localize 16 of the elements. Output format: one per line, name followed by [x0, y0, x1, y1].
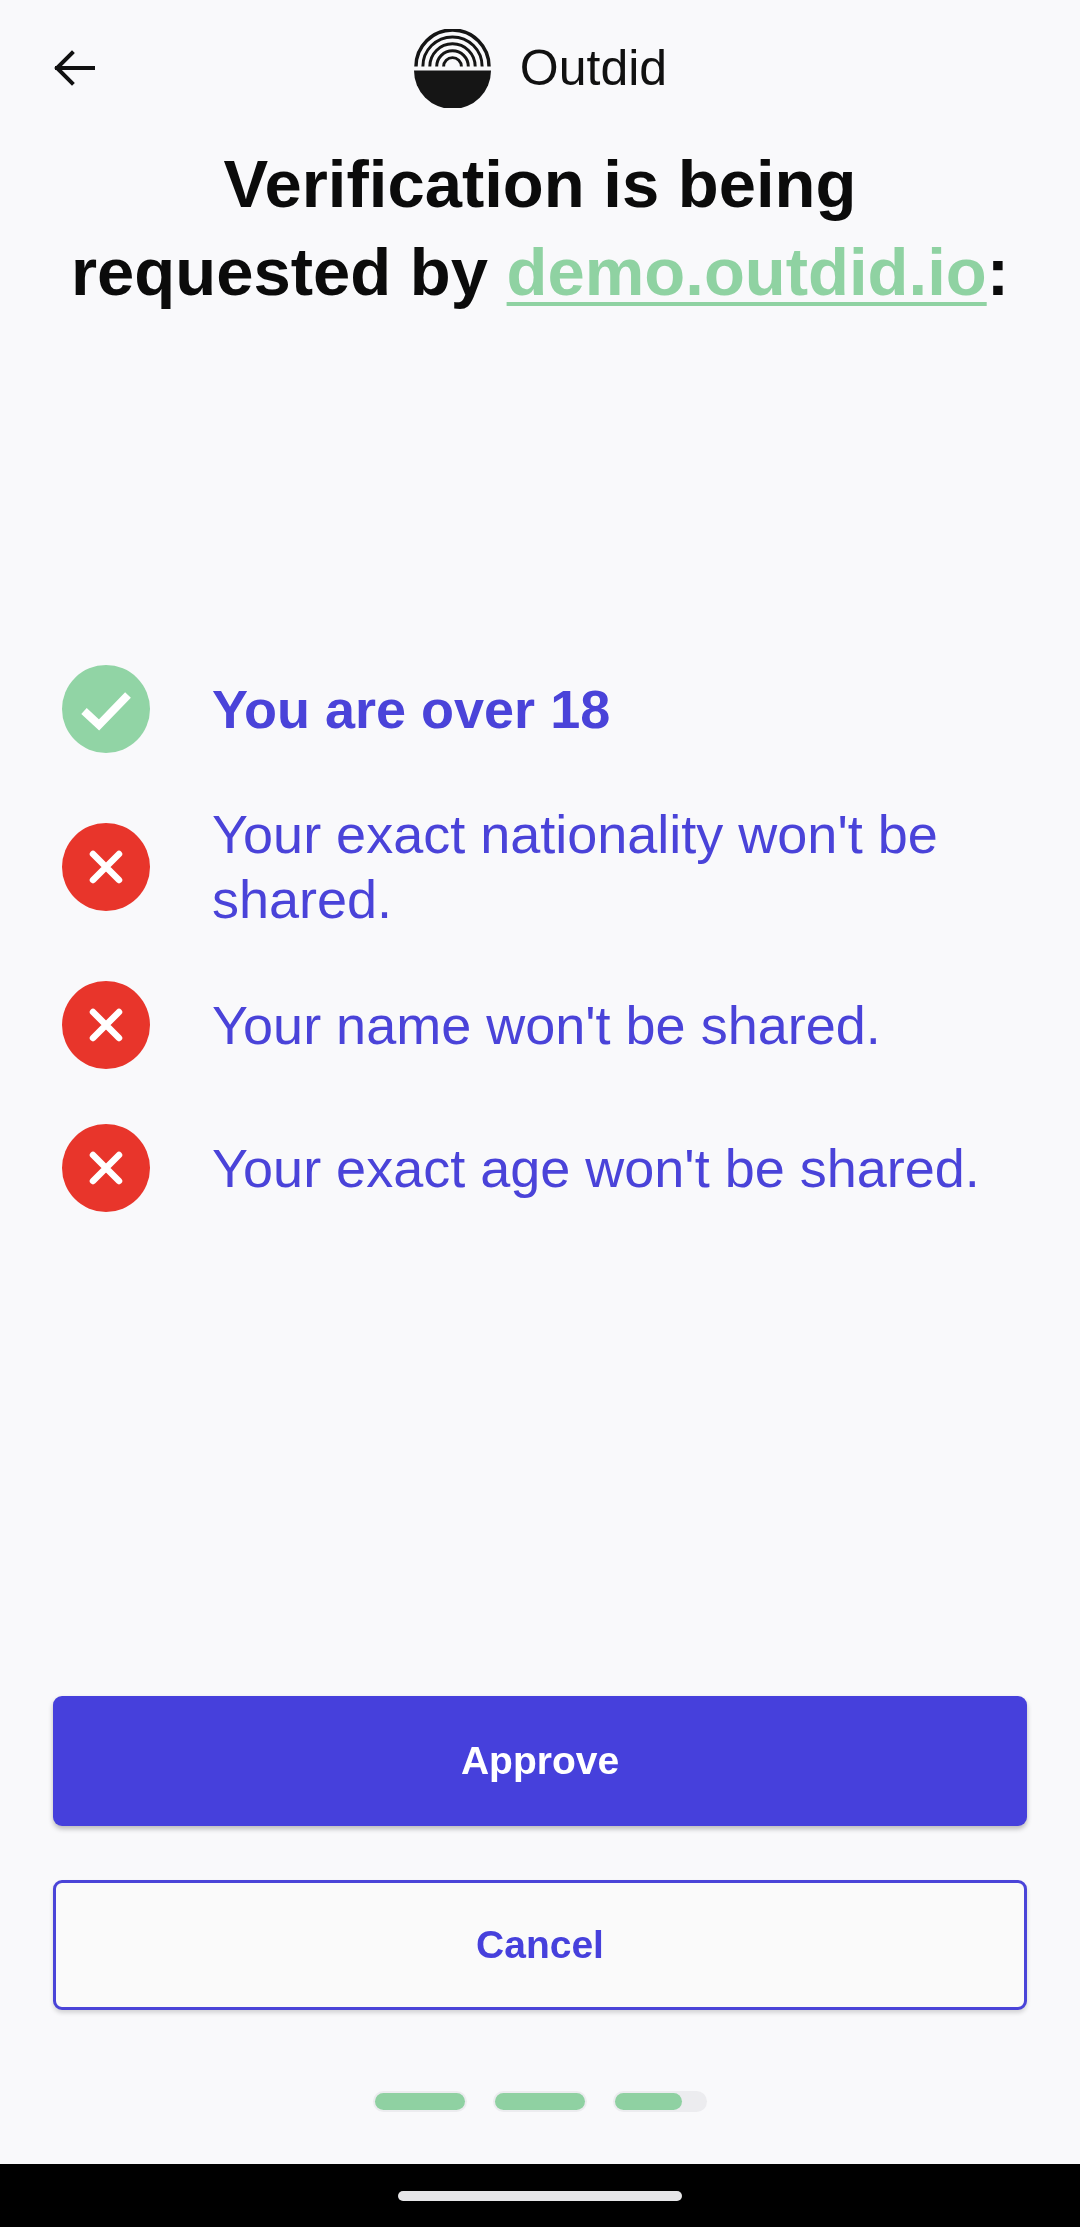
app-name: Outdid: [519, 40, 668, 96]
cross-circle-icon: [62, 823, 150, 911]
back-arrow-icon: [52, 49, 95, 87]
logo-icon: [412, 28, 492, 108]
cross-circle-icon: [62, 981, 150, 1069]
claim-text: Your exact nationality won't be shared.: [212, 803, 939, 931]
cross-circle-icon: [62, 1124, 150, 1212]
cancel-button[interactable]: Cancel: [53, 1880, 1027, 2010]
claim-text: Your exact age won't be shared.: [212, 1136, 980, 1200]
page-title: Verification is being requested by demo.outdid.io:: [69, 145, 1010, 311]
claim-text: Your name won't be shared.: [212, 993, 881, 1057]
check-circle-icon: [62, 665, 150, 753]
back-button[interactable]: [52, 49, 95, 87]
home-indicator[interactable]: [398, 2190, 682, 2201]
claim-text: You are over 18: [212, 677, 611, 741]
approve-button[interactable]: Approve: [53, 1696, 1027, 1826]
